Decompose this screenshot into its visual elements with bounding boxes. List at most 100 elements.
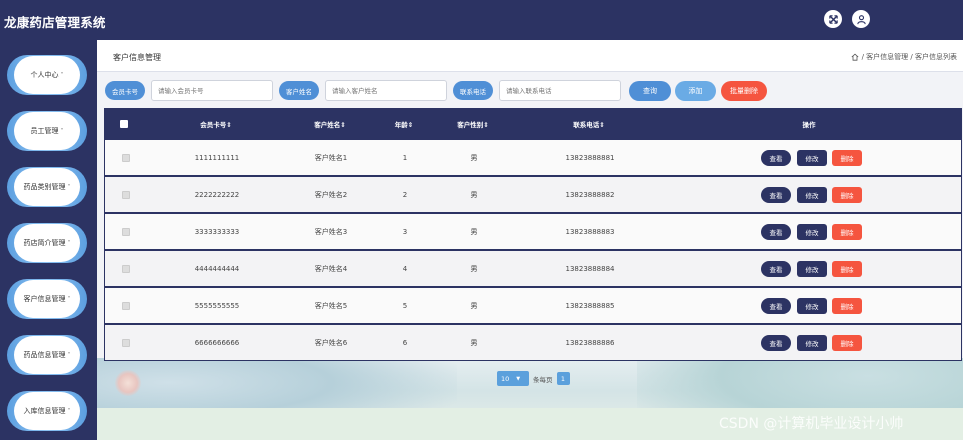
- select-all-checkbox[interactable]: [120, 108, 128, 139]
- cell-card: 3333333333: [194, 227, 240, 236]
- cell-age: 5: [402, 301, 408, 310]
- column-header-age[interactable]: 年龄⇕: [384, 108, 424, 139]
- breadcrumb-text: / 客户信息管理 / 客户信息列表: [861, 53, 957, 61]
- edit-button[interactable]: 修改: [797, 224, 827, 240]
- cell-card: 2222222222: [194, 190, 240, 199]
- row-checkbox[interactable]: [121, 251, 131, 286]
- search-bar: 会员卡号 客户姓名 联系电话 查询 添加 批量删除: [97, 72, 963, 108]
- table-row: 1111111111 客户姓名1 1 男 13823888881 查看 修改 删…: [104, 139, 962, 176]
- batch-delete-button[interactable]: 批量删除: [721, 81, 767, 101]
- row-checkbox[interactable]: [121, 288, 131, 323]
- sidebar-item-staff[interactable]: 员工管理 ˅: [7, 111, 87, 151]
- sidebar-item-drug-category[interactable]: 药品类别管理 ˅: [7, 167, 87, 207]
- cell-card: 5555555555: [194, 301, 240, 310]
- customer-name-input[interactable]: [325, 80, 447, 101]
- page-size-select[interactable]: 10 ▼: [497, 371, 529, 386]
- sidebar-item-label: 药品类别管理: [23, 183, 66, 191]
- edit-button[interactable]: 修改: [797, 298, 827, 314]
- card-number-input[interactable]: [151, 80, 273, 101]
- row-checkbox[interactable]: [121, 177, 131, 212]
- cell-phone: 13823888881: [565, 153, 615, 162]
- cell-name: 客户姓名2: [314, 190, 348, 199]
- chevron-down-icon: ˅: [67, 407, 71, 415]
- chevron-down-icon: ˅: [67, 351, 71, 359]
- column-header-phone[interactable]: 联系电话⇕: [534, 108, 644, 139]
- view-button[interactable]: 查看: [761, 335, 791, 351]
- fullscreen-icon[interactable]: [824, 10, 842, 28]
- sidebar-item-label: 入库信息管理: [23, 407, 66, 415]
- sidebar-item-personal-center[interactable]: 个人中心 ˅: [7, 55, 87, 95]
- chevron-down-icon: ▼: [516, 375, 521, 382]
- view-button[interactable]: 查看: [761, 187, 791, 203]
- sidebar-item-label: 员工管理: [30, 127, 59, 135]
- sidebar: 个人中心 ˅ 员工管理 ˅ 药品类别管理 ˅ 药店简介管理 ˅ 客户信息管理 ˅ 药品信息…: [0, 40, 97, 440]
- chevron-down-icon: ˅: [67, 239, 71, 247]
- home-icon[interactable]: [851, 53, 859, 61]
- cell-name: 客户姓名1: [314, 153, 348, 162]
- delete-button[interactable]: 删除: [832, 335, 862, 351]
- edit-button[interactable]: 修改: [797, 187, 827, 203]
- column-header-name[interactable]: 客户姓名⇕: [282, 108, 378, 139]
- cell-gender: 男: [470, 264, 478, 273]
- sidebar-item-label: 药店简介管理: [23, 239, 66, 247]
- top-bar: 龙康药店管理系统: [0, 0, 963, 40]
- delete-button[interactable]: 删除: [832, 187, 862, 203]
- cell-gender: 男: [470, 227, 478, 236]
- customer-name-label: 客户姓名: [279, 81, 319, 100]
- cell-card: 4444444444: [194, 264, 240, 273]
- cell-name: 客户姓名6: [314, 338, 348, 347]
- cell-phone: 13823888883: [565, 227, 615, 236]
- sidebar-item-store-intro[interactable]: 药店简介管理 ˅: [7, 223, 87, 263]
- sidebar-item-drug-info[interactable]: 药品信息管理 ˅: [7, 335, 87, 375]
- edit-button[interactable]: 修改: [797, 150, 827, 166]
- cell-gender: 男: [470, 153, 478, 162]
- cell-gender: 男: [470, 338, 478, 347]
- view-button[interactable]: 查看: [761, 150, 791, 166]
- row-checkbox[interactable]: [121, 140, 131, 175]
- add-button[interactable]: 添加: [675, 81, 716, 101]
- delete-button[interactable]: 删除: [832, 261, 862, 277]
- edit-button[interactable]: 修改: [797, 261, 827, 277]
- cell-phone: 13823888886: [565, 338, 615, 347]
- watermark: CSDN @计算机毕业设计小帅: [719, 416, 904, 432]
- cell-gender: 男: [470, 190, 478, 199]
- phone-input[interactable]: [499, 80, 621, 101]
- chevron-down-icon: ˅: [60, 127, 64, 135]
- cell-card: 6666666666: [194, 338, 240, 347]
- cell-card: 1111111111: [194, 153, 240, 162]
- column-header-gender[interactable]: 客户性别⇕: [434, 108, 512, 139]
- cell-name: 客户姓名4: [314, 264, 348, 273]
- page-number-current[interactable]: 1: [556, 372, 570, 385]
- cell-gender: 男: [470, 301, 478, 310]
- delete-button[interactable]: 删除: [832, 224, 862, 240]
- cell-phone: 13823888884: [565, 264, 615, 273]
- sidebar-item-label: 个人中心: [30, 71, 59, 79]
- cell-age: 4: [402, 264, 408, 273]
- row-checkbox[interactable]: [121, 214, 131, 249]
- flower-decoration: [115, 370, 141, 396]
- app-title: 龙康药店管理系统: [4, 15, 106, 30]
- row-checkbox[interactable]: [121, 325, 131, 360]
- cell-phone: 13823888882: [565, 190, 615, 199]
- view-button[interactable]: 查看: [761, 298, 791, 314]
- sidebar-item-label: 药品信息管理: [23, 351, 66, 359]
- delete-button[interactable]: 删除: [832, 150, 862, 166]
- view-button[interactable]: 查看: [761, 224, 791, 240]
- user-icon[interactable]: [852, 10, 870, 28]
- page-title: 客户信息管理: [113, 53, 161, 62]
- per-page-label: 条每页: [533, 375, 553, 384]
- query-button[interactable]: 查询: [629, 81, 671, 101]
- view-button[interactable]: 查看: [761, 261, 791, 277]
- edit-button[interactable]: 修改: [797, 335, 827, 351]
- breadcrumb-path: / 客户信息管理 / 客户信息列表: [851, 52, 957, 62]
- column-header-card[interactable]: 会员卡号⇕: [168, 108, 264, 139]
- cell-name: 客户姓名5: [314, 301, 348, 310]
- sidebar-item-customer-info[interactable]: 客户信息管理 ˅: [7, 279, 87, 319]
- chevron-down-icon: ˅: [67, 295, 71, 303]
- sidebar-item-stock-in[interactable]: 入库信息管理 ˅: [7, 391, 87, 431]
- delete-button[interactable]: 删除: [832, 298, 862, 314]
- card-number-label: 会员卡号: [105, 81, 145, 100]
- main-content: 客户信息管理 / 客户信息管理 / 客户信息列表 会员卡号 客户姓名 联系电话 …: [97, 40, 963, 440]
- table-row: 5555555555 客户姓名5 5 男 13823888885 查看 修改 删…: [104, 287, 962, 324]
- page-size-value: 10: [501, 374, 510, 383]
